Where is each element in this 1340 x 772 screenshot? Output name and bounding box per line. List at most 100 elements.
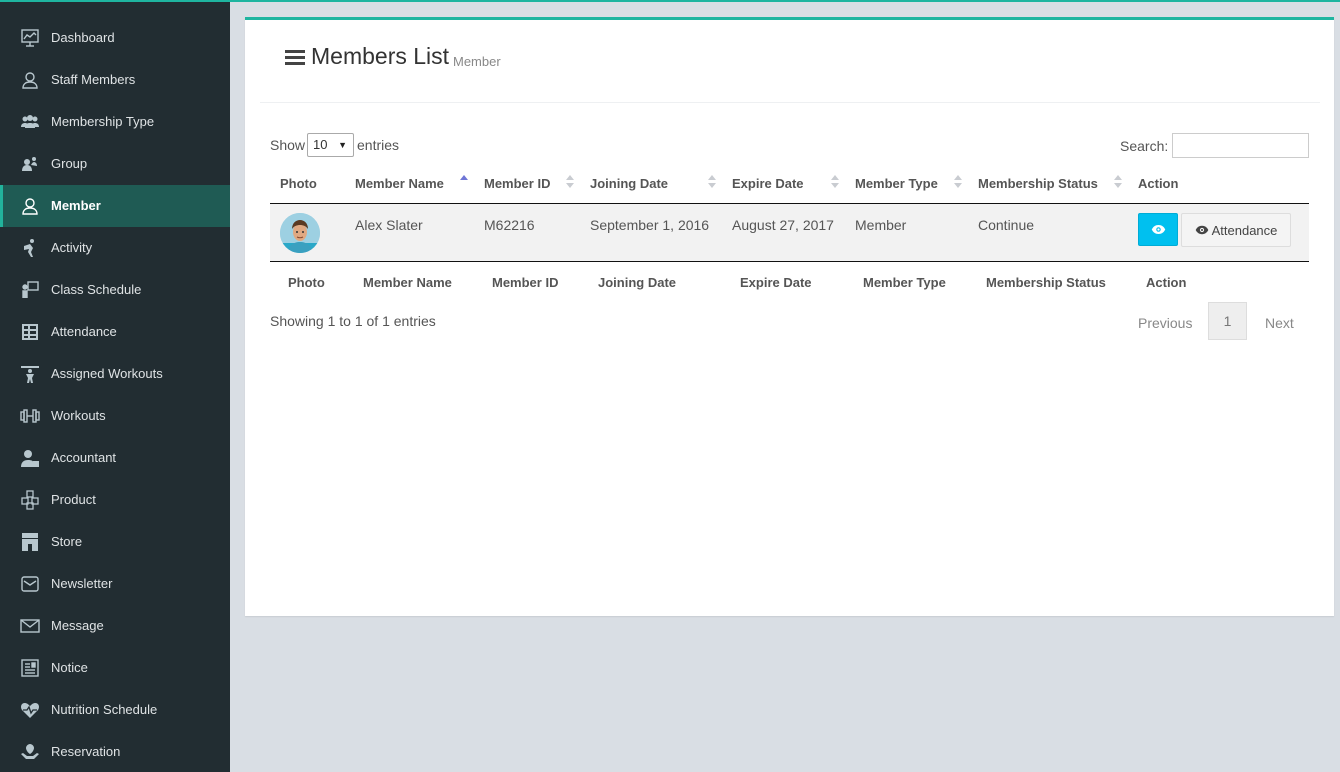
panel-header: Members List Member bbox=[260, 20, 1320, 103]
column-header-member-id[interactable]: Member ID bbox=[484, 176, 550, 191]
column-header-expire-date[interactable]: Expire Date bbox=[732, 176, 804, 191]
entries-label: entries bbox=[357, 137, 400, 153]
search-label: Search: bbox=[1120, 138, 1169, 154]
store-icon bbox=[20, 532, 40, 552]
assigned-workouts-icon bbox=[20, 364, 40, 384]
sidebar-item-product[interactable]: Product bbox=[0, 479, 230, 521]
sidebar-item-label: Newsletter bbox=[51, 576, 113, 591]
footer-header-member-id: Member ID bbox=[492, 275, 559, 290]
page-subtitle: Member bbox=[453, 54, 501, 69]
member-icon bbox=[20, 196, 40, 216]
sidebar-item-accountant[interactable]: Accountant bbox=[0, 437, 230, 479]
sidebar-item-group[interactable]: Group bbox=[0, 143, 230, 185]
sort-icon bbox=[708, 173, 716, 191]
column-header-photo[interactable]: Photo bbox=[280, 176, 317, 191]
sort-icon bbox=[831, 173, 839, 191]
sidebar-item-label: Message bbox=[51, 618, 104, 633]
column-header-action: Action bbox=[1138, 176, 1179, 191]
sidebar-item-nutrition-schedule[interactable]: Nutrition Schedule bbox=[0, 689, 230, 731]
sidebar-item-label: Reservation bbox=[51, 744, 121, 759]
sidebar-item-store[interactable]: Store bbox=[0, 521, 230, 563]
chevron-down-icon: ▼ bbox=[338, 140, 347, 150]
sidebar-item-label: Attendance bbox=[51, 324, 117, 339]
sidebar-item-label: Accountant bbox=[51, 450, 117, 465]
member-id-cell: M62216 bbox=[484, 217, 535, 233]
sidebar-item-notice[interactable]: Notice bbox=[0, 647, 230, 689]
activity-icon bbox=[20, 238, 40, 258]
attendance-button-label: Attendance bbox=[1211, 222, 1278, 238]
table-info: Showing 1 to 1 of 1 entries bbox=[270, 313, 436, 329]
member-type-cell: Member bbox=[855, 217, 907, 233]
sort-icon bbox=[954, 173, 962, 191]
pagination-next[interactable]: Next bbox=[1265, 315, 1294, 331]
eye-icon bbox=[1151, 225, 1165, 234]
footer-header-action: Action bbox=[1146, 275, 1187, 290]
eye-icon bbox=[1195, 225, 1208, 235]
menu-icon bbox=[285, 50, 305, 66]
view-button[interactable] bbox=[1138, 213, 1178, 246]
sidebar-item-activity[interactable]: Activity bbox=[0, 227, 230, 269]
sidebar-item-attendance[interactable]: Attendance bbox=[0, 311, 230, 353]
class-schedule-icon bbox=[20, 280, 40, 300]
sidebar-item-label: Class Schedule bbox=[51, 282, 142, 297]
footer-header-photo: Photo bbox=[288, 275, 325, 290]
newsletter-icon bbox=[20, 574, 40, 594]
member-name-cell: Alex Slater bbox=[355, 217, 423, 233]
active-indicator bbox=[0, 185, 3, 227]
sidebar-item-member[interactable]: Member bbox=[0, 185, 230, 227]
show-label: Show bbox=[270, 137, 306, 153]
sidebar-item-label: Nutrition Schedule bbox=[51, 702, 158, 717]
accountant-icon bbox=[20, 448, 40, 468]
sidebar-item-newsletter[interactable]: Newsletter bbox=[0, 563, 230, 605]
sidebar-item-membership-type[interactable]: Membership Type bbox=[0, 101, 230, 143]
sort-icon bbox=[566, 173, 574, 191]
pagination-previous[interactable]: Previous bbox=[1138, 315, 1192, 331]
dashboard-icon bbox=[20, 28, 40, 48]
footer-header-joining-date: Joining Date bbox=[598, 275, 677, 290]
message-icon bbox=[20, 616, 40, 636]
footer-header-membership-status: Membership Status bbox=[986, 275, 1106, 290]
staff-icon bbox=[20, 70, 40, 90]
sidebar-item-label: Dashboard bbox=[51, 30, 115, 45]
sidebar-item-assigned-workouts[interactable]: Assigned Workouts bbox=[0, 353, 230, 395]
entries-select-value: 10 bbox=[313, 137, 328, 152]
group-icon bbox=[20, 154, 40, 174]
column-header-member-type[interactable]: Member Type bbox=[855, 176, 938, 191]
sidebar-item-label: Product bbox=[51, 492, 96, 507]
search-input[interactable] bbox=[1172, 133, 1309, 158]
sidebar-item-label: Store bbox=[51, 534, 83, 549]
member-photo bbox=[280, 213, 320, 253]
nutrition-schedule-icon bbox=[20, 700, 40, 720]
sidebar-item-label: Staff Members bbox=[51, 72, 136, 87]
sidebar-item-label: Group bbox=[51, 156, 88, 171]
footer-header-member-name: Member Name bbox=[363, 275, 452, 290]
sidebar-item-label: Assigned Workouts bbox=[51, 366, 163, 381]
entries-select[interactable]: 10 ▼ bbox=[307, 133, 354, 157]
notice-icon bbox=[20, 658, 40, 678]
sort-icon bbox=[1114, 173, 1122, 191]
sidebar: Dashboard Staff Members Membership Type … bbox=[0, 2, 230, 772]
sidebar-item-dashboard[interactable]: Dashboard bbox=[0, 17, 230, 59]
column-header-membership-status[interactable]: Membership Status bbox=[978, 176, 1098, 191]
members-panel: Members List Member Show 10 ▼ entries Se… bbox=[245, 17, 1334, 616]
sidebar-item-label: Activity bbox=[51, 240, 93, 255]
column-header-member-name[interactable]: Member Name bbox=[355, 176, 444, 191]
sidebar-item-reservation[interactable]: Reservation bbox=[0, 731, 230, 772]
table-footer-divider bbox=[270, 261, 1309, 262]
page-title: Members List bbox=[311, 43, 450, 69]
workouts-icon bbox=[20, 406, 40, 426]
sidebar-item-label: Membership Type bbox=[51, 114, 155, 129]
sidebar-item-staff-members[interactable]: Staff Members bbox=[0, 59, 230, 101]
product-icon bbox=[20, 490, 40, 510]
column-header-joining-date[interactable]: Joining Date bbox=[590, 176, 668, 191]
sidebar-item-label: Workouts bbox=[51, 408, 106, 423]
sidebar-item-label: Member bbox=[51, 198, 101, 213]
sidebar-item-class-schedule[interactable]: Class Schedule bbox=[0, 269, 230, 311]
sort-ascending-icon bbox=[460, 173, 468, 191]
sidebar-item-workouts[interactable]: Workouts bbox=[0, 395, 230, 437]
attendance-button[interactable]: Attendance bbox=[1181, 213, 1291, 247]
pagination-page-current[interactable]: 1 bbox=[1208, 302, 1247, 340]
membership-type-icon bbox=[20, 112, 40, 132]
membership-status-cell: Continue bbox=[978, 217, 1035, 233]
sidebar-item-message[interactable]: Message bbox=[0, 605, 230, 647]
